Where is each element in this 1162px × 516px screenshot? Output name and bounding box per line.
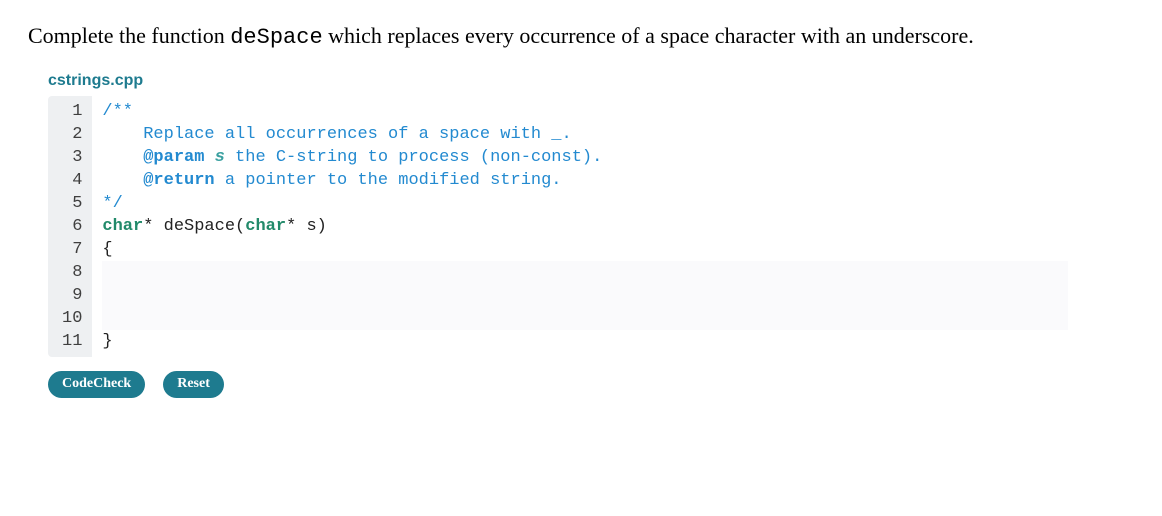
code-token: a pointer to the modified string. [215,171,562,190]
code-token: @param [143,148,204,167]
code-token [102,148,143,167]
line-number: 4 [62,169,82,192]
code-token: { [102,240,112,259]
code-token: /** [102,102,133,121]
filename-label: cstrings.cpp [48,72,1134,90]
code-token: * s) [286,217,327,236]
code-line: @return a pointer to the modified string… [102,169,1068,192]
line-number: 2 [62,123,82,146]
line-number: 3 [62,146,82,169]
code-line: @param s the C-string to process (non-co… [102,146,1068,169]
reset-button[interactable]: Reset [163,371,224,398]
code-token: s [215,148,225,167]
code-line[interactable] [102,261,1068,284]
line-number: 10 [62,307,82,330]
prompt-prefix: Complete the function [28,23,230,48]
code-line[interactable] [102,284,1068,307]
prompt-suffix: which replaces every occurrence of a spa… [323,23,974,48]
line-number: 6 [62,215,82,238]
line-number: 5 [62,192,82,215]
code-editor[interactable]: 1234567891011 /** Replace all occurrence… [48,96,1068,357]
line-number: 1 [62,100,82,123]
codecheck-button[interactable]: CodeCheck [48,371,145,398]
line-number: 7 [62,238,82,261]
code-line: { [102,238,1068,261]
code-token [204,148,214,167]
code-token: */ [102,194,122,213]
code-line: } [102,330,1068,353]
code-line[interactable] [102,307,1068,330]
code-area[interactable]: /** Replace all occurrences of a space w… [92,96,1068,357]
line-number: 8 [62,261,82,284]
code-line: Replace all occurrences of a space with … [102,123,1068,146]
code-line: char* deSpace(char* s) [102,215,1068,238]
code-token [102,171,143,190]
line-number: 11 [62,330,82,353]
code-token: char [102,217,143,236]
problem-prompt: Complete the function deSpace which repl… [28,20,1134,54]
line-number: 9 [62,284,82,307]
code-token: the C-string to process (non-const). [225,148,602,167]
code-line: /** [102,100,1068,123]
code-token: } [102,332,112,351]
code-line: */ [102,192,1068,215]
line-number-gutter: 1234567891011 [48,96,92,357]
code-token: @return [143,171,214,190]
code-token: Replace all occurrences of a space with … [102,125,571,144]
code-token: * deSpace( [143,217,245,236]
code-token: char [245,217,286,236]
button-row: CodeCheck Reset [48,371,1134,398]
prompt-func: deSpace [230,25,322,50]
